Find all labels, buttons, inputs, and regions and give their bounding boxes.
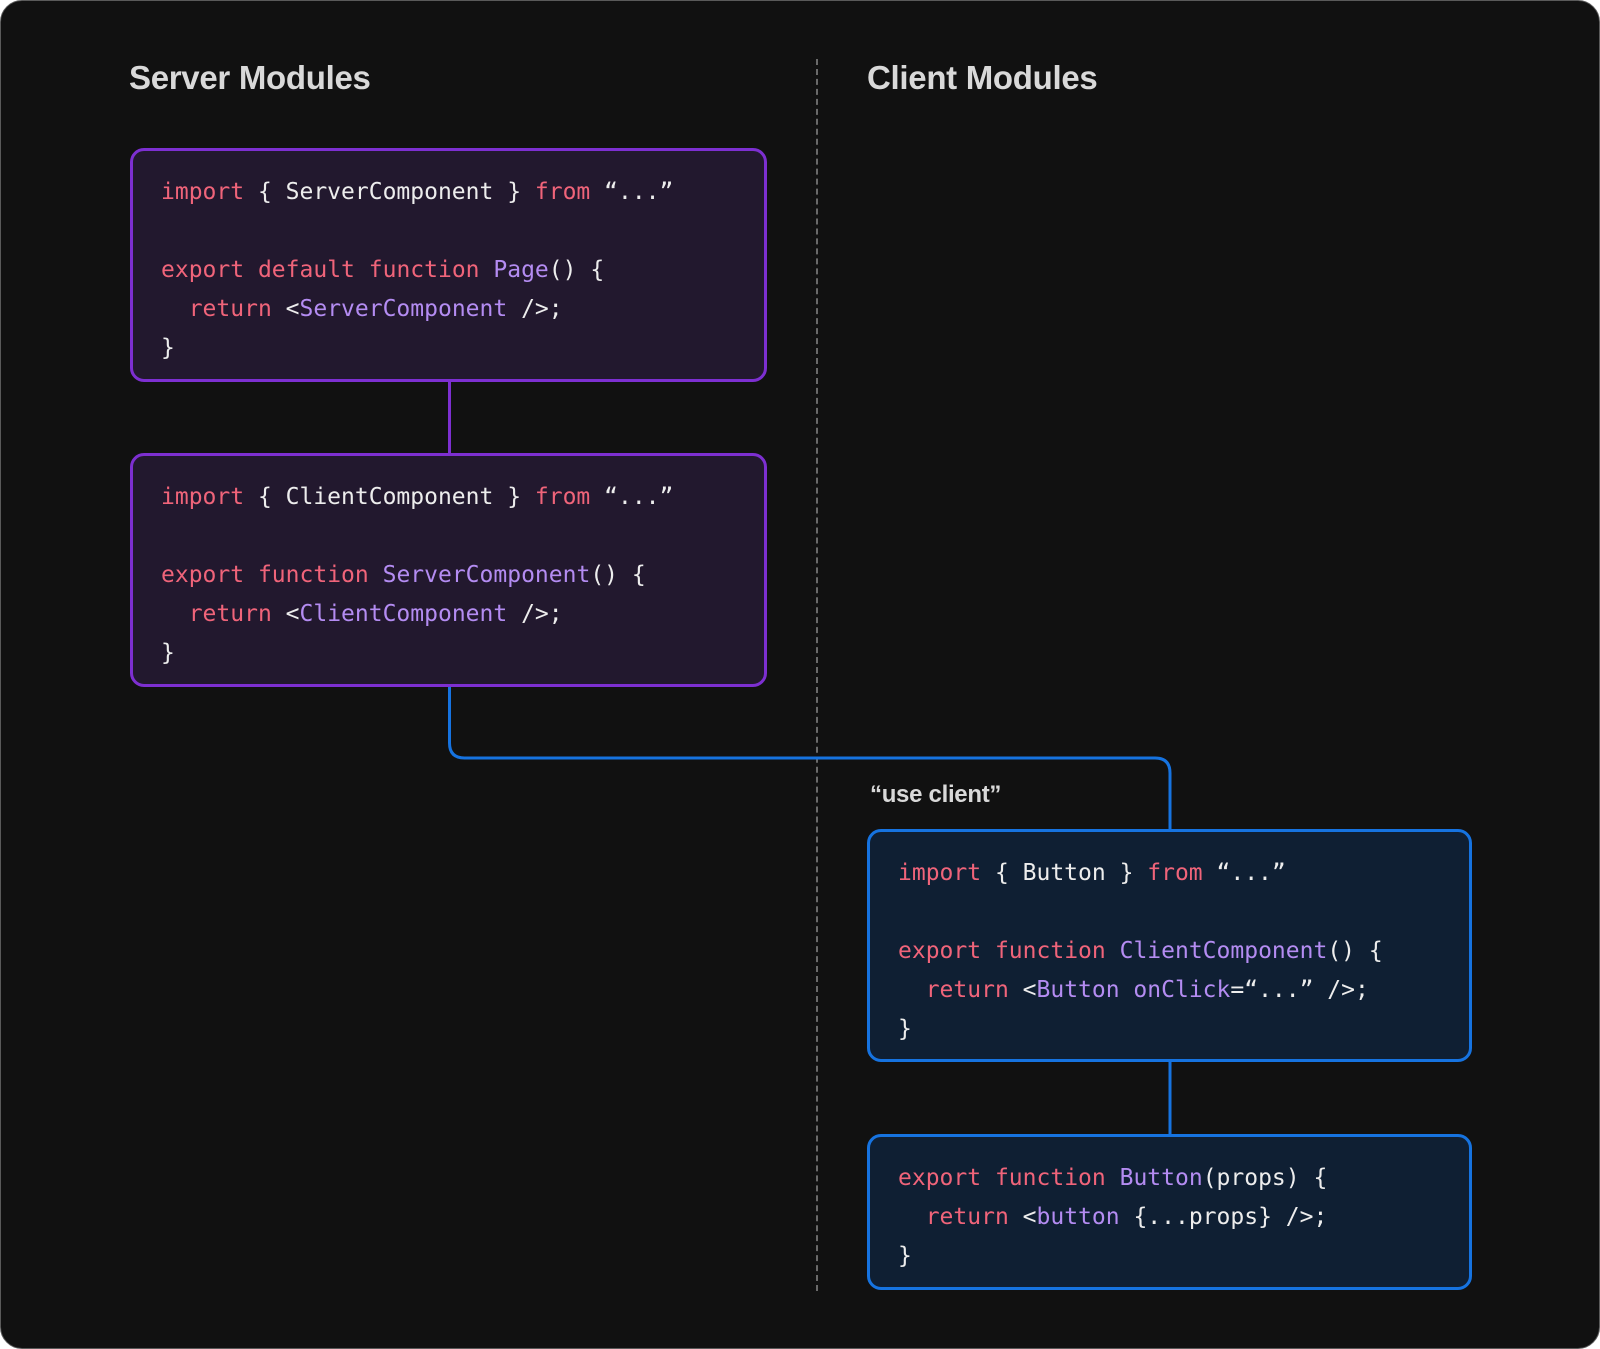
code-text: () { (1327, 938, 1383, 964)
code-line: } (161, 634, 764, 673)
code-text: < (1008, 1204, 1037, 1230)
code-keyword: export (898, 1165, 982, 1191)
code-text: “...” (590, 179, 674, 205)
code-text: “...” (590, 484, 674, 510)
code-line: export function Button(props) { (898, 1159, 1469, 1198)
code-text: () { (590, 562, 646, 588)
code-identifier: button (1036, 1204, 1120, 1230)
code-line: export function ServerComponent() { (161, 556, 764, 595)
code-text: { ClientComponent } (244, 484, 535, 510)
code-keyword: function (257, 562, 369, 588)
code-text: < (271, 601, 300, 627)
code-text: (props) { (1202, 1165, 1328, 1191)
code-box-page: import { ServerComponent } from “...” exp… (130, 148, 767, 382)
code-text: { ServerComponent } (244, 179, 535, 205)
code-text: } (161, 335, 175, 361)
code-keyword: import (898, 860, 982, 886)
code-line: import { ServerComponent } from “...” (161, 173, 764, 212)
code-text: />; (507, 296, 563, 322)
code-line: return <Button onClick=“...” />; (898, 971, 1469, 1010)
code-line: import { ClientComponent } from “...” (161, 478, 764, 517)
code-keyword: from (534, 484, 591, 510)
code-line: import { Button } from “...” (898, 854, 1469, 893)
code-keyword: function (368, 257, 480, 283)
code-identifier: Button onClick (1036, 977, 1231, 1003)
code-identifier: Button (1119, 1165, 1203, 1191)
diagram-canvas: Server Modules Client Modules “use clien… (0, 0, 1600, 1349)
code-text: < (1008, 977, 1037, 1003)
code-identifier: ClientComponent (299, 601, 508, 627)
code-keyword: function (994, 938, 1106, 964)
code-line: } (161, 329, 764, 368)
code-text: < (271, 296, 300, 322)
code-keyword: function (994, 1165, 1106, 1191)
code-text: () { (548, 257, 605, 283)
use-client-directive-label: “use client” (870, 781, 1002, 808)
code-keyword: return (188, 296, 272, 322)
code-identifier: ClientComponent (1119, 938, 1328, 964)
code-keyword: from (534, 179, 591, 205)
code-identifier: ServerComponent (299, 296, 508, 322)
code-keyword: export (161, 562, 245, 588)
code-line: return <button {...props} />; (898, 1198, 1469, 1237)
code-text: />; (507, 601, 563, 627)
code-box-client-component: import { Button } from “...” export funct… (867, 829, 1472, 1062)
connector-path-server-to-client (448, 687, 1172, 830)
code-line: } (898, 1010, 1469, 1049)
code-text: { Button } (981, 860, 1148, 886)
code-text: } (898, 1243, 912, 1269)
code-line: return <ClientComponent />; (161, 595, 764, 634)
code-keyword: export (161, 257, 245, 283)
code-box-button: export function Button(props) { return <… (867, 1134, 1472, 1290)
code-text: {...props} />; (1119, 1204, 1328, 1230)
code-box-server-component: import { ClientComponent } from “...” exp… (130, 453, 767, 687)
code-text: “...” (1202, 860, 1286, 886)
code-text: =“...” />; (1230, 977, 1369, 1003)
code-keyword: import (161, 179, 245, 205)
code-keyword: import (161, 484, 245, 510)
code-identifier: ServerComponent (382, 562, 591, 588)
code-identifier: Page (493, 257, 549, 283)
code-keyword: return (188, 601, 272, 627)
code-line: export default function Page() { (161, 251, 764, 290)
code-line: } (898, 1237, 1469, 1276)
code-keyword: default (257, 257, 355, 283)
code-keyword: return (925, 1204, 1009, 1230)
code-keyword: export (898, 938, 982, 964)
code-line: return <ServerComponent />; (161, 290, 764, 329)
code-text: } (898, 1016, 912, 1042)
code-keyword: return (925, 977, 1009, 1003)
code-keyword: from (1147, 860, 1203, 886)
code-line: export function ClientComponent() { (898, 932, 1469, 971)
code-text: } (161, 640, 175, 666)
